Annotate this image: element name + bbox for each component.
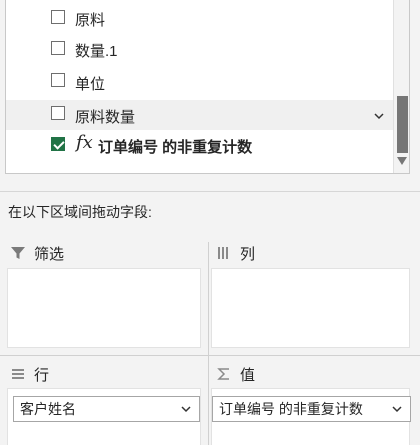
panel-divider [0, 191, 420, 192]
values-field-chip[interactable]: 订单编号 的非重复计数 [212, 396, 411, 422]
chevron-down-icon[interactable] [390, 402, 404, 416]
sigma-icon [217, 368, 229, 380]
field-item-原料数量[interactable]: 原料数量 [6, 100, 393, 130]
drag-instruction: 在以下区域间拖动字段: [8, 204, 152, 220]
pivot-field-list: 原料 数量.1 单位 原料数量 fx 订单编号 的非重复计数 [5, 0, 410, 174]
area-vertical-separator [208, 242, 209, 445]
field-item-订单编号-的非重复计数[interactable]: fx 订单编号 的非重复计数 [6, 130, 393, 160]
chevron-down-icon[interactable] [179, 402, 193, 416]
columns-icon [218, 247, 228, 259]
field-checkbox[interactable] [51, 106, 65, 120]
values-title: 值 [240, 366, 256, 384]
chevron-down-icon[interactable] [372, 109, 386, 123]
fx-icon: fx [76, 132, 93, 153]
field-label: 原料数量 [75, 109, 136, 126]
filters-drop-area[interactable] [7, 268, 201, 348]
filters-title: 筛选 [34, 245, 65, 263]
scroll-down-arrow-icon[interactable] [397, 157, 407, 165]
scroll-thumb[interactable] [397, 96, 408, 153]
rows-field-label: 客户姓名 [20, 401, 76, 417]
field-checkbox[interactable] [51, 73, 65, 87]
columns-area-header: 列 [216, 241, 255, 265]
values-field-label: 订单编号 的非重复计数 [219, 401, 363, 417]
filters-area-header: 筛选 [10, 241, 64, 265]
field-label: 原料 [75, 12, 106, 29]
field-item-数量1[interactable]: 数量.1 [6, 33, 393, 63]
area-horizontal-separator [0, 355, 420, 356]
rows-title: 行 [34, 366, 50, 384]
rows-area-header: 行 [10, 362, 49, 386]
vertical-scrollbar[interactable] [393, 0, 409, 173]
field-item-原料[interactable]: 原料 [6, 3, 393, 33]
rows-field-chip[interactable]: 客户姓名 [13, 396, 200, 422]
field-checkbox[interactable] [51, 137, 65, 151]
filter-icon [11, 247, 25, 259]
field-label: 单位 [75, 76, 106, 93]
field-checkbox[interactable] [51, 10, 65, 24]
columns-title: 列 [240, 245, 256, 263]
columns-drop-area[interactable] [211, 268, 410, 348]
field-label: 订单编号 的非重复计数 [98, 139, 253, 156]
field-label: 数量.1 [75, 43, 118, 60]
field-item-单位[interactable]: 单位 [6, 67, 393, 97]
values-drop-area[interactable]: 订单编号 的非重复计数 [211, 388, 411, 445]
values-area-header: 值 [216, 362, 255, 386]
rows-drop-area[interactable]: 客户姓名 [7, 388, 201, 445]
field-checkbox[interactable] [51, 41, 65, 55]
rows-icon [12, 369, 24, 379]
